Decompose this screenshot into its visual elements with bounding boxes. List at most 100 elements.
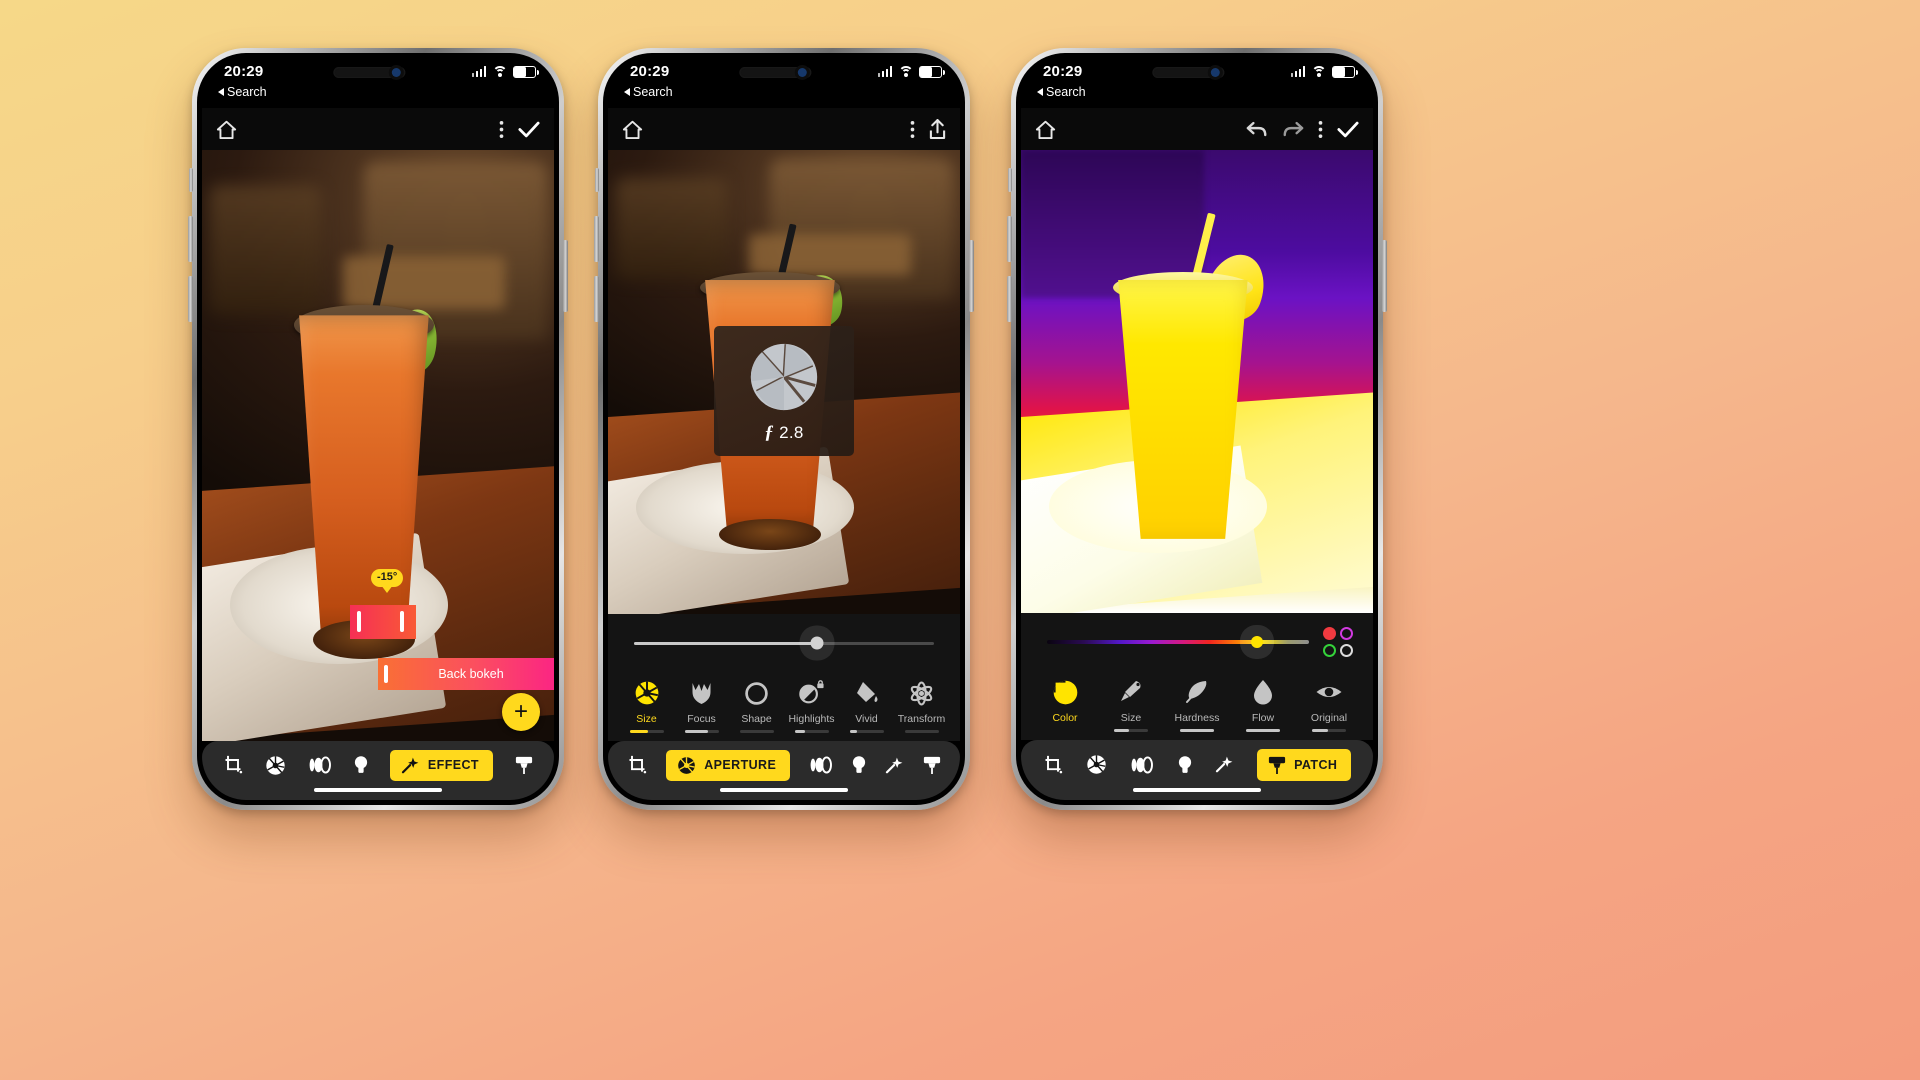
swatch-white[interactable] (1340, 644, 1353, 657)
volume-down-button[interactable] (188, 276, 193, 322)
patch-button[interactable]: PATCH (1257, 748, 1352, 781)
more-vertical-icon[interactable] (499, 120, 504, 139)
aperture-value: ƒ 2.8 (764, 422, 803, 444)
battery-icon (919, 66, 945, 78)
power-button[interactable] (563, 240, 568, 312)
undo-icon[interactable] (1246, 120, 1268, 139)
aperture-button[interactable]: APERTURE (666, 749, 791, 781)
swatch-green[interactable] (1323, 644, 1336, 657)
lens-icon[interactable] (809, 756, 833, 774)
back-arrow-icon (624, 88, 630, 96)
home-icon[interactable] (1035, 120, 1056, 139)
phone-bezel: 20:29 Search (603, 53, 965, 805)
bulb-icon[interactable] (1178, 755, 1192, 775)
volume-up-button[interactable] (594, 216, 599, 262)
tool-shape[interactable]: Shape (730, 678, 783, 733)
home-indicator-area (608, 787, 960, 800)
phone-patch: 20:29 Search Color Size Hardness Flow Or… (1007, 48, 1387, 810)
tool-label: Hardness (1174, 712, 1220, 724)
swatch-magenta[interactable] (1340, 627, 1353, 640)
more-vertical-icon[interactable] (1318, 120, 1323, 139)
hue-slider-row (1021, 613, 1373, 671)
mute-switch[interactable] (595, 168, 599, 192)
back-to-search-link[interactable]: Search (1037, 85, 1086, 99)
atom-icon (909, 678, 934, 708)
signal-icon (1290, 66, 1305, 78)
tool-progress (1048, 729, 1082, 732)
mute-switch[interactable] (1008, 168, 1012, 192)
photo-image (1021, 150, 1373, 613)
hue-slider-track[interactable] (1047, 636, 1309, 648)
status-clock: 20:29 (1043, 63, 1083, 80)
redo-icon[interactable] (1282, 120, 1304, 139)
lens-icon[interactable] (308, 756, 332, 774)
volume-down-button[interactable] (594, 276, 599, 322)
brush-icon[interactable] (923, 755, 941, 775)
tool-hardness[interactable]: Hardness (1165, 677, 1229, 732)
magic-wand-icon[interactable] (885, 756, 904, 775)
home-icon[interactable] (622, 120, 643, 139)
photo-canvas[interactable]: ƒ 2.8 (608, 150, 960, 614)
circle-icon (744, 678, 769, 708)
wifi-icon (1311, 66, 1326, 77)
lens-icon[interactable] (1130, 755, 1154, 774)
tool-focus[interactable]: Focus (675, 678, 728, 733)
volume-down-button[interactable] (1007, 276, 1012, 322)
tool-original[interactable]: Original (1297, 677, 1361, 732)
status-bar: 20:29 Search (1021, 58, 1373, 108)
tool-color[interactable]: Color (1033, 677, 1097, 732)
crop-icon[interactable] (627, 755, 647, 775)
back-label: Search (1046, 85, 1086, 99)
control-panel: Size Focus Shape Highlights Vivid Transf… (608, 614, 960, 741)
size-slider-track[interactable] (634, 636, 934, 650)
bulb-icon[interactable] (852, 755, 866, 775)
control-panel: Color Size Hardness Flow Original (1021, 613, 1373, 740)
power-button[interactable] (1382, 240, 1387, 312)
power-button[interactable] (969, 240, 974, 312)
volume-up-button[interactable] (1007, 216, 1012, 262)
aperture-icon[interactable] (265, 755, 286, 776)
tool-vivid[interactable]: Vivid (840, 678, 893, 733)
mute-switch[interactable] (189, 168, 193, 192)
phone-screen: 20:29 Search (1021, 58, 1373, 800)
aperture-icon[interactable] (1086, 754, 1107, 775)
back-bokeh-slider[interactable]: Back bokeh (378, 657, 554, 690)
crop-icon[interactable] (223, 755, 243, 775)
magic-wand-icon[interactable] (1215, 755, 1234, 774)
check-icon[interactable] (518, 120, 540, 139)
effect-button[interactable]: EFFECT (389, 749, 493, 781)
home-indicator[interactable] (720, 787, 848, 792)
more-vertical-icon[interactable] (910, 120, 915, 139)
bulb-icon[interactable] (354, 755, 368, 775)
tool-size[interactable]: Size (620, 678, 673, 733)
home-indicator[interactable] (314, 787, 442, 792)
aperture-number: 2.8 (779, 423, 804, 443)
phone-bezel: 20:29 Search (1016, 53, 1378, 805)
status-clock: 20:29 (224, 63, 264, 80)
home-icon[interactable] (216, 120, 237, 139)
back-to-search-link[interactable]: Search (624, 85, 673, 99)
tool-size[interactable]: Size (1099, 677, 1163, 732)
tool-highlights[interactable]: Highlights (785, 678, 838, 733)
phone-screen: 20:29 Search (608, 58, 960, 800)
swatch-red[interactable] (1323, 627, 1336, 640)
bokeh-width-slider[interactable] (349, 604, 416, 639)
status-bar: 20:29 Search (202, 58, 554, 108)
screenshot-stage: 20:29 Search -15° Back bokeh + EFFECT 20… (0, 0, 1920, 1080)
brush-icon[interactable] (515, 755, 533, 775)
volume-up-button[interactable] (188, 216, 193, 262)
tool-transform[interactable]: Transform (895, 678, 948, 733)
phone-bezel: 20:29 Search (197, 53, 559, 805)
tool-flow[interactable]: Flow (1231, 677, 1295, 732)
check-icon[interactable] (1337, 120, 1359, 139)
paintbrush-icon (1118, 677, 1144, 707)
add-effect-button[interactable]: + (502, 692, 540, 731)
photo-canvas[interactable]: -15° Back bokeh + (202, 150, 554, 741)
tool-progress (1312, 729, 1346, 732)
crop-icon[interactable] (1043, 755, 1063, 775)
back-arrow-icon (1037, 88, 1043, 96)
home-indicator[interactable] (1133, 787, 1261, 792)
back-to-search-link[interactable]: Search (218, 85, 267, 99)
share-icon[interactable] (929, 118, 946, 140)
photo-canvas[interactable] (1021, 150, 1373, 613)
